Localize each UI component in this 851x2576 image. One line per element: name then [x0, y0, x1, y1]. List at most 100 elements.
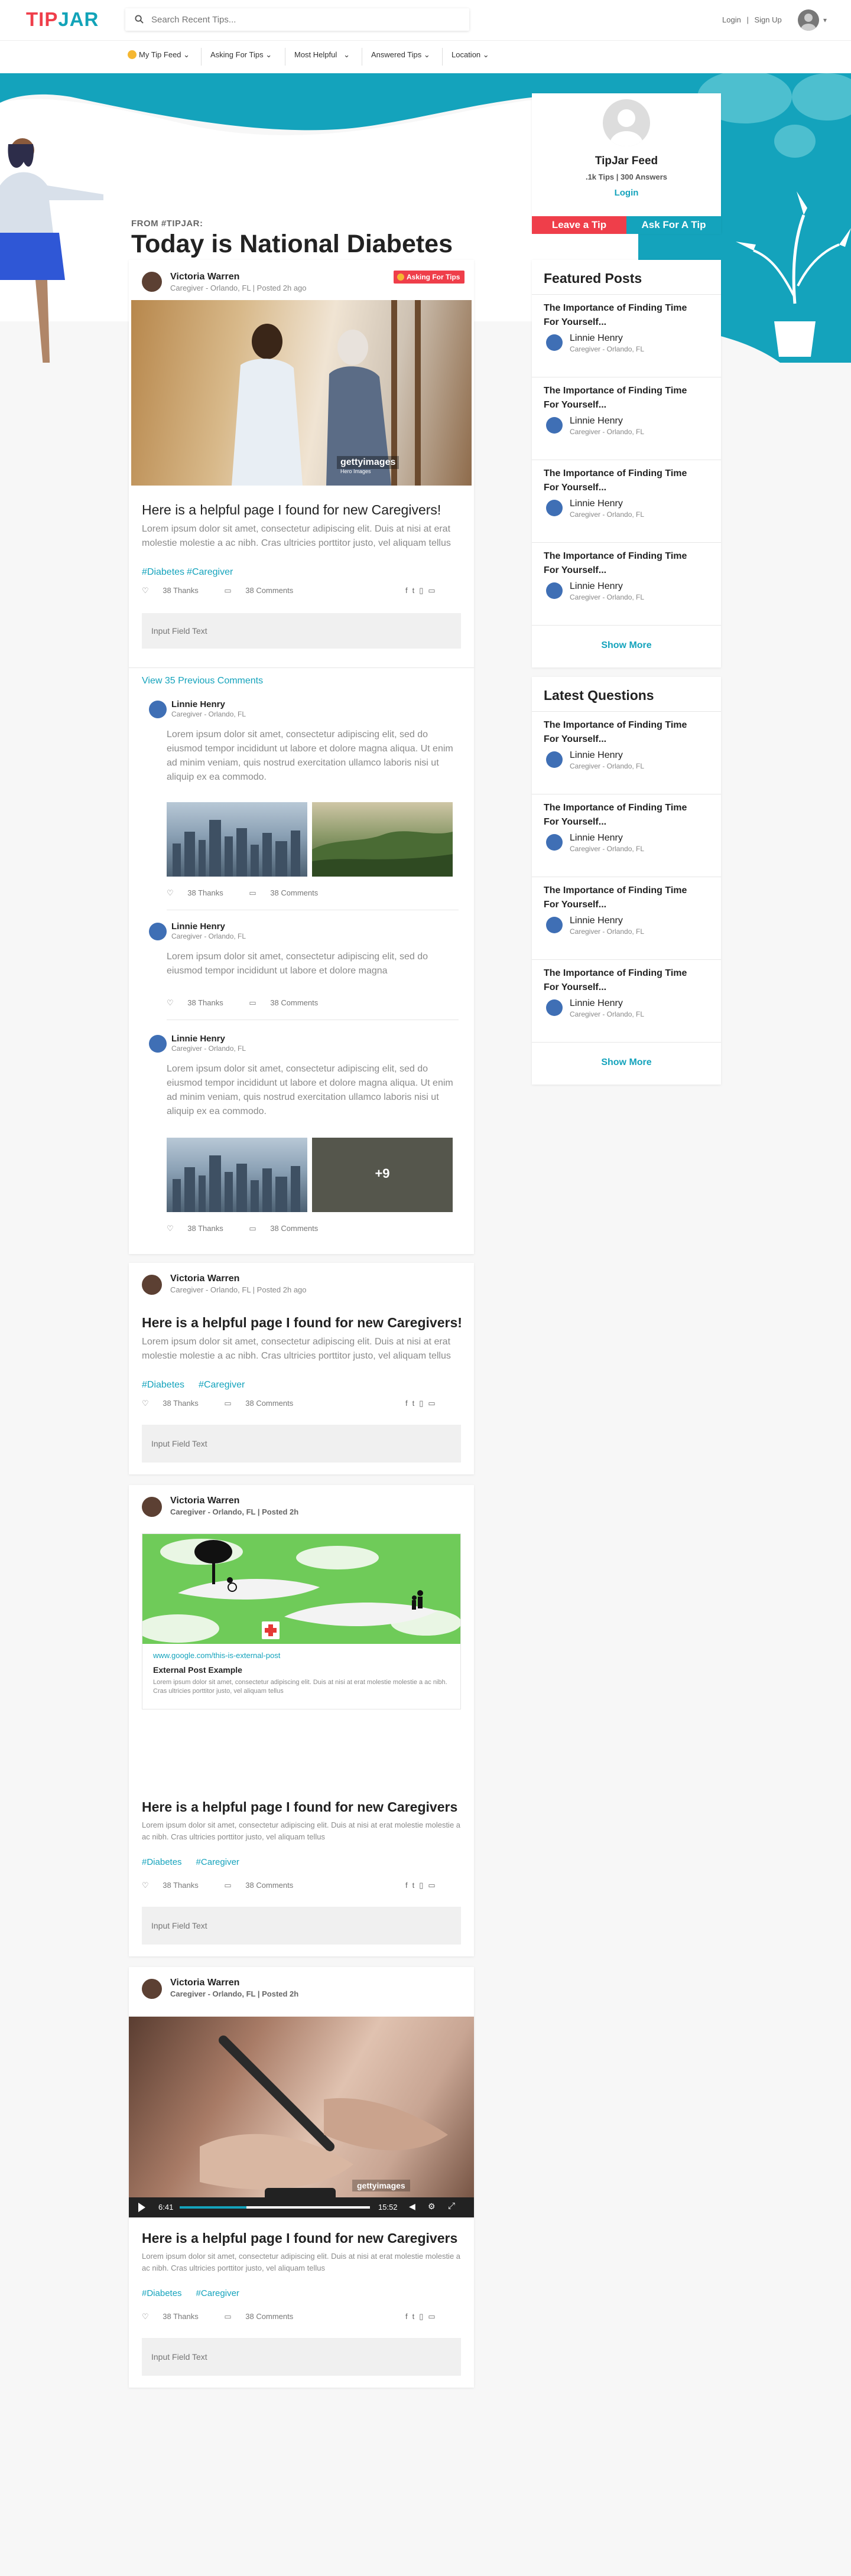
tag-link[interactable]: #Caregiver	[199, 1380, 245, 1390]
bookmark-icon[interactable]: ▯	[419, 586, 428, 595]
leave-tip-button[interactable]: Leave a Tip	[532, 216, 626, 234]
post-title[interactable]: Here is a helpful page I found for new C…	[142, 1315, 462, 1331]
comment-photo-city[interactable]	[167, 802, 307, 877]
user-avatar[interactable]	[798, 9, 819, 31]
chevron-down-icon[interactable]: ▾	[823, 16, 827, 24]
side-item-author[interactable]: Linnie Henry	[570, 916, 623, 926]
comments-button[interactable]: ▭ 38 Comments	[249, 1224, 330, 1233]
folder-icon[interactable]: ▭	[428, 1881, 440, 1890]
login-link[interactable]: Login	[722, 15, 741, 24]
thanks-button[interactable]: ♡ 38 Thanks	[142, 1881, 210, 1890]
post-title[interactable]: Here is a helpful page I found for new C…	[142, 1799, 457, 1815]
video-progress-track[interactable]	[180, 2206, 370, 2209]
commenter-name[interactable]: Linnie Henry	[171, 1034, 225, 1044]
bookmark-icon[interactable]: ▯	[419, 2312, 428, 2321]
side-item-author[interactable]: Linnie Henry	[570, 499, 623, 509]
side-item-avatar[interactable]	[546, 582, 563, 599]
thanks-button[interactable]: ♡ 38 Thanks	[167, 1224, 235, 1233]
facebook-icon[interactable]: f	[405, 1399, 412, 1408]
thanks-button[interactable]: ♡ 38 Thanks	[142, 586, 210, 595]
thanks-button[interactable]: ♡ 38 Thanks	[167, 998, 235, 1007]
comments-button[interactable]: ▭ 38 Comments	[224, 2312, 305, 2321]
twitter-icon[interactable]: t	[412, 2312, 420, 2321]
comments-button[interactable]: ▭ 38 Comments	[224, 1881, 305, 1890]
comment-photo-more[interactable]: +9	[312, 1138, 453, 1212]
bookmark-icon[interactable]: ▯	[419, 1399, 428, 1408]
bookmark-icon[interactable]: ▯	[419, 1881, 428, 1890]
commenter-avatar[interactable]	[149, 701, 167, 718]
profile-login-link[interactable]: Login	[532, 188, 721, 198]
facebook-icon[interactable]: f	[405, 2312, 412, 2321]
twitter-icon[interactable]: t	[412, 1881, 420, 1890]
author-name[interactable]: Victoria Warren	[170, 1496, 239, 1506]
side-item-title[interactable]: The Importance of Finding Time For Yours…	[544, 801, 703, 829]
nav-asking-for-tips[interactable]: Asking For Tips ⌄	[210, 50, 280, 66]
thanks-button[interactable]: ♡ 38 Thanks	[142, 1399, 210, 1408]
side-item-title[interactable]: The Importance of Finding Time For Yours…	[544, 301, 703, 330]
commenter-avatar[interactable]	[149, 923, 167, 940]
video-player[interactable]: gettyimages 6:41 15:52 ◀ ⚙ ⤢	[129, 2017, 474, 2217]
side-item-title[interactable]: The Importance of Finding Time For Yours…	[544, 467, 703, 495]
view-previous-comments-link[interactable]: View 35 Previous Comments	[142, 676, 263, 686]
author-avatar[interactable]	[142, 1497, 162, 1517]
play-icon[interactable]	[138, 2203, 145, 2212]
thanks-button[interactable]: ♡ 38 Thanks	[167, 888, 235, 897]
settings-gear-icon[interactable]: ⚙	[428, 2202, 436, 2212]
comment-input[interactable]	[142, 613, 461, 649]
search-bar[interactable]	[125, 8, 469, 31]
post-title[interactable]: Here is a helpful page I found for new C…	[142, 502, 441, 518]
side-item-avatar[interactable]	[546, 999, 563, 1016]
questions-show-more-link[interactable]: Show More	[532, 1057, 721, 1068]
commenter-name[interactable]: Linnie Henry	[171, 699, 225, 709]
tag-link[interactable]: #Diabetes	[142, 1380, 184, 1390]
post-photo[interactable]: gettyimages Hero Images	[131, 300, 472, 486]
comment-input[interactable]	[142, 2338, 461, 2376]
side-item-title[interactable]: The Importance of Finding Time For Yours…	[544, 384, 703, 412]
tag-link[interactable]: #Diabetes	[142, 2288, 182, 2298]
side-item-author[interactable]: Linnie Henry	[570, 998, 623, 1009]
commenter-name[interactable]: Linnie Henry	[171, 921, 225, 932]
twitter-icon[interactable]: t	[412, 1399, 420, 1408]
author-name[interactable]: Victoria Warren	[170, 1274, 239, 1284]
link-preview[interactable]: www.google.com/this-is-external-post Ext…	[142, 1533, 461, 1709]
search-input[interactable]	[151, 14, 447, 25]
folder-icon[interactable]: ▭	[428, 1399, 440, 1408]
nav-location[interactable]: Location ⌄	[452, 50, 498, 66]
side-item-avatar[interactable]	[546, 417, 563, 434]
tipjar-logo[interactable]: TIPJAR	[26, 8, 99, 31]
tag-link[interactable]: #Caregiver	[196, 2288, 239, 2298]
comment-input[interactable]	[142, 1907, 461, 1945]
commenter-avatar[interactable]	[149, 1035, 167, 1053]
tag-link[interactable]: #Caregiver	[187, 567, 233, 577]
ask-tip-button[interactable]: Ask For A Tip	[626, 216, 721, 234]
side-item-avatar[interactable]	[546, 751, 563, 768]
volume-icon[interactable]: ◀	[409, 2202, 415, 2212]
side-item-avatar[interactable]	[546, 917, 563, 933]
side-item-author[interactable]: Linnie Henry	[570, 416, 623, 426]
side-item-author[interactable]: Linnie Henry	[570, 750, 623, 761]
side-item-avatar[interactable]	[546, 500, 563, 516]
nav-my-tip-feed[interactable]: My Tip Feed ⌄	[128, 50, 198, 66]
nav-most-helpful[interactable]: Most Helpful ⌄	[294, 50, 358, 66]
comment-input[interactable]	[142, 1425, 461, 1463]
twitter-icon[interactable]: t	[412, 586, 420, 595]
tag-link[interactable]: #Diabetes	[142, 1857, 182, 1867]
side-item-avatar[interactable]	[546, 334, 563, 351]
fullscreen-icon[interactable]: ⤢	[448, 2201, 455, 2211]
side-item-title[interactable]: The Importance of Finding Time For Yours…	[544, 884, 703, 912]
author-name[interactable]: Victoria Warren	[170, 272, 239, 282]
post-title[interactable]: Here is a helpful page I found for new C…	[142, 2230, 457, 2246]
comment-photo-city[interactable]	[167, 1138, 307, 1212]
side-item-title[interactable]: The Importance of Finding Time For Yours…	[544, 549, 703, 578]
side-item-title[interactable]: The Importance of Finding Time For Yours…	[544, 718, 703, 747]
thanks-button[interactable]: ♡ 38 Thanks	[142, 2312, 210, 2321]
comment-photo-landscape[interactable]	[312, 802, 453, 877]
folder-icon[interactable]: ▭	[428, 2312, 440, 2321]
link-preview-title[interactable]: External Post Example	[153, 1665, 242, 1675]
side-item-author[interactable]: Linnie Henry	[570, 581, 623, 592]
author-avatar[interactable]	[142, 272, 162, 292]
signup-link[interactable]: Sign Up	[754, 15, 781, 24]
featured-show-more-link[interactable]: Show More	[532, 640, 721, 651]
facebook-icon[interactable]: f	[405, 586, 412, 595]
comments-button[interactable]: ▭ 38 Comments	[224, 586, 305, 595]
